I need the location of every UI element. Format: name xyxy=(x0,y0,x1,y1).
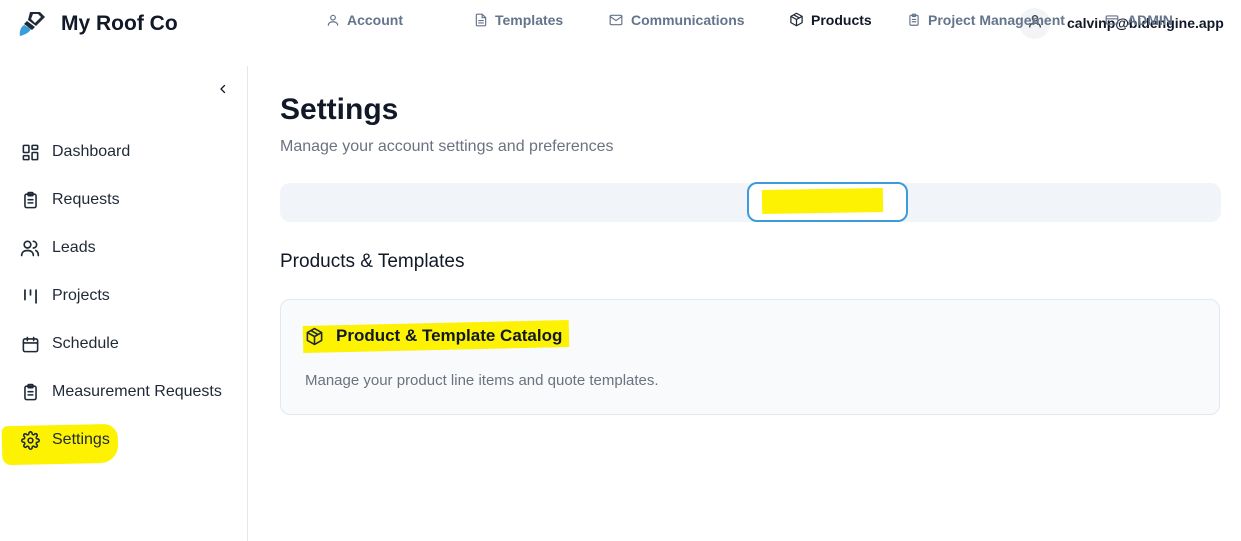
sidebar-item-label: Schedule xyxy=(52,335,119,352)
tab-project-management[interactable]: Project Management xyxy=(907,0,1065,39)
sidebar-item-label: Requests xyxy=(52,191,120,208)
card-description: Manage your product line items and quote… xyxy=(305,372,659,389)
section-title: Products & Templates xyxy=(280,251,465,272)
sidebar-item-requests[interactable]: Requests xyxy=(19,185,120,215)
user-icon xyxy=(326,13,340,27)
layout-dashboard-icon xyxy=(19,141,41,163)
tab-label: ADMIN xyxy=(1127,11,1173,28)
paint-brush-icon[interactable] xyxy=(16,8,48,40)
sidebar-item-label: Dashboard xyxy=(52,143,131,160)
product-catalog-card[interactable] xyxy=(280,299,1220,415)
sidebar-item-schedule[interactable]: Schedule xyxy=(19,329,119,359)
calendar-icon xyxy=(19,333,41,355)
kanban-icon xyxy=(19,285,41,307)
tab-label: Communications xyxy=(631,11,745,28)
clipboard-list-icon xyxy=(19,381,41,403)
package-icon xyxy=(305,327,324,346)
sidebar-item-projects[interactable]: Projects xyxy=(19,281,110,311)
tab-products[interactable]: Products xyxy=(789,0,872,39)
sidebar-collapse-button[interactable] xyxy=(214,82,232,100)
mail-icon xyxy=(608,13,624,27)
sidebar-item-label: Projects xyxy=(52,287,110,304)
sidebar-item-label: Settings xyxy=(52,431,110,448)
clipboard-icon xyxy=(19,189,41,211)
tab-admin[interactable]: ADMIN xyxy=(1104,0,1173,39)
tab-label: Account xyxy=(347,11,403,28)
sidebar-item-settings[interactable]: Settings xyxy=(19,425,110,455)
chevron-left-icon xyxy=(217,82,229,100)
sidebar-divider xyxy=(247,66,248,541)
users-icon xyxy=(19,237,41,259)
products-tab-highlight xyxy=(761,187,884,215)
sidebar-item-measurement-requests[interactable]: Measurement Requests xyxy=(19,377,222,407)
sidebar-item-dashboard[interactable]: Dashboard xyxy=(19,137,130,167)
tab-templates[interactable]: Templates xyxy=(474,0,563,39)
tab-label: Products xyxy=(811,11,872,28)
file-text-icon xyxy=(474,13,488,27)
tab-label: Project Management xyxy=(928,11,1065,28)
page-title: Settings xyxy=(280,93,399,126)
credit-card-icon xyxy=(1104,13,1120,27)
brand-name[interactable]: My Roof Co xyxy=(61,12,178,36)
tab-account[interactable]: Account xyxy=(326,0,403,39)
page-subtitle: Manage your account settings and prefere… xyxy=(280,138,614,155)
sidebar-item-label: Leads xyxy=(52,239,96,256)
sidebar-item-label: Measurement Requests xyxy=(52,383,222,400)
card-title[interactable]: Product & Template Catalog xyxy=(305,326,562,346)
gear-icon xyxy=(19,429,41,451)
card-title-text: Product & Template Catalog xyxy=(336,326,563,345)
tab-communications[interactable]: Communications xyxy=(608,0,745,39)
sidebar-item-leads[interactable]: Leads xyxy=(19,233,96,263)
package-icon xyxy=(789,12,804,27)
tab-label: Templates xyxy=(495,11,564,28)
clipboard-icon xyxy=(907,13,921,27)
